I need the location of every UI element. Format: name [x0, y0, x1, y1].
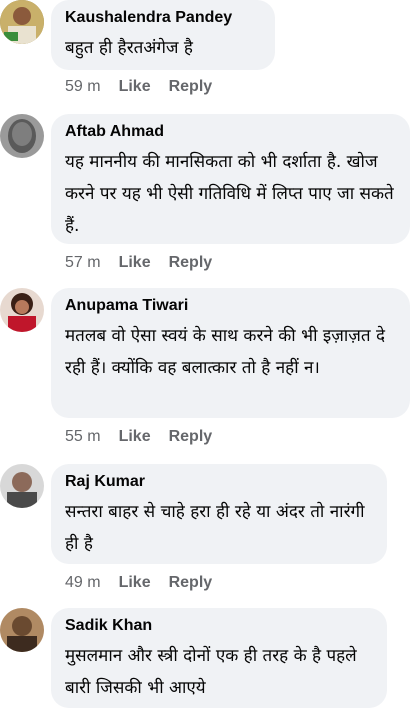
comment-text: मतलब वो ऐसा स्वयं के साथ करने की भी इज़ा…	[65, 326, 391, 378]
comment-time[interactable]: 55 m	[65, 428, 101, 445]
comment-author[interactable]: Sadik Khan	[65, 616, 373, 636]
comment-bubble: Kaushalendra Pandey बहुत ही हैरतअंगेज है	[51, 0, 275, 70]
comment-text: बहुत ही हैरतअंगेज है	[65, 38, 193, 58]
comment-bubble: Raj Kumar सन्तरा बाहर से चाहे हरा ही रहे…	[51, 464, 387, 564]
comment-bubble: Sadik Khan मुसलमान और स्त्री दोनों एक ही…	[51, 608, 387, 708]
like-button[interactable]: Like	[119, 254, 151, 271]
comment-author[interactable]: Raj Kumar	[65, 472, 373, 492]
comment-actions: 57 m Like Reply	[65, 254, 230, 272]
comment-text: सन्तरा बाहर से चाहे हरा ही रहे या अंदर त…	[65, 502, 370, 554]
avatar[interactable]	[0, 114, 44, 158]
like-button[interactable]: Like	[119, 574, 151, 591]
comment-author[interactable]: Kaushalendra Pandey	[65, 8, 261, 28]
comment-text: यह माननीय की मानसिकता को भी दर्शाता है. …	[65, 152, 400, 236]
comment-time[interactable]: 57 m	[65, 254, 101, 271]
avatar[interactable]	[0, 608, 44, 652]
comment-text: मुसलमान और स्त्री दोनों एक ही तरह के है …	[65, 646, 363, 698]
avatar[interactable]	[0, 464, 44, 508]
comment-actions: 55 m Like Reply	[65, 428, 230, 446]
comment-actions: 49 m Like Reply	[65, 574, 230, 592]
like-button[interactable]: Like	[119, 428, 151, 445]
reply-button[interactable]: Reply	[169, 428, 213, 445]
reply-button[interactable]: Reply	[169, 78, 213, 95]
comment-bubble: Aftab Ahmad यह माननीय की मानसिकता को भी …	[51, 114, 410, 244]
comment-bubble: Anupama Tiwari मतलब वो ऐसा स्वयं के साथ …	[51, 288, 410, 418]
like-button[interactable]: Like	[119, 78, 151, 95]
comment-time[interactable]: 49 m	[65, 574, 101, 591]
comment-author[interactable]: Aftab Ahmad	[65, 122, 396, 142]
reply-button[interactable]: Reply	[169, 574, 213, 591]
comment-time[interactable]: 59 m	[65, 78, 101, 95]
reply-button[interactable]: Reply	[169, 254, 213, 271]
avatar[interactable]	[0, 0, 44, 44]
comment-author[interactable]: Anupama Tiwari	[65, 296, 396, 316]
avatar[interactable]	[0, 288, 44, 332]
comment-actions: 59 m Like Reply	[65, 78, 230, 96]
